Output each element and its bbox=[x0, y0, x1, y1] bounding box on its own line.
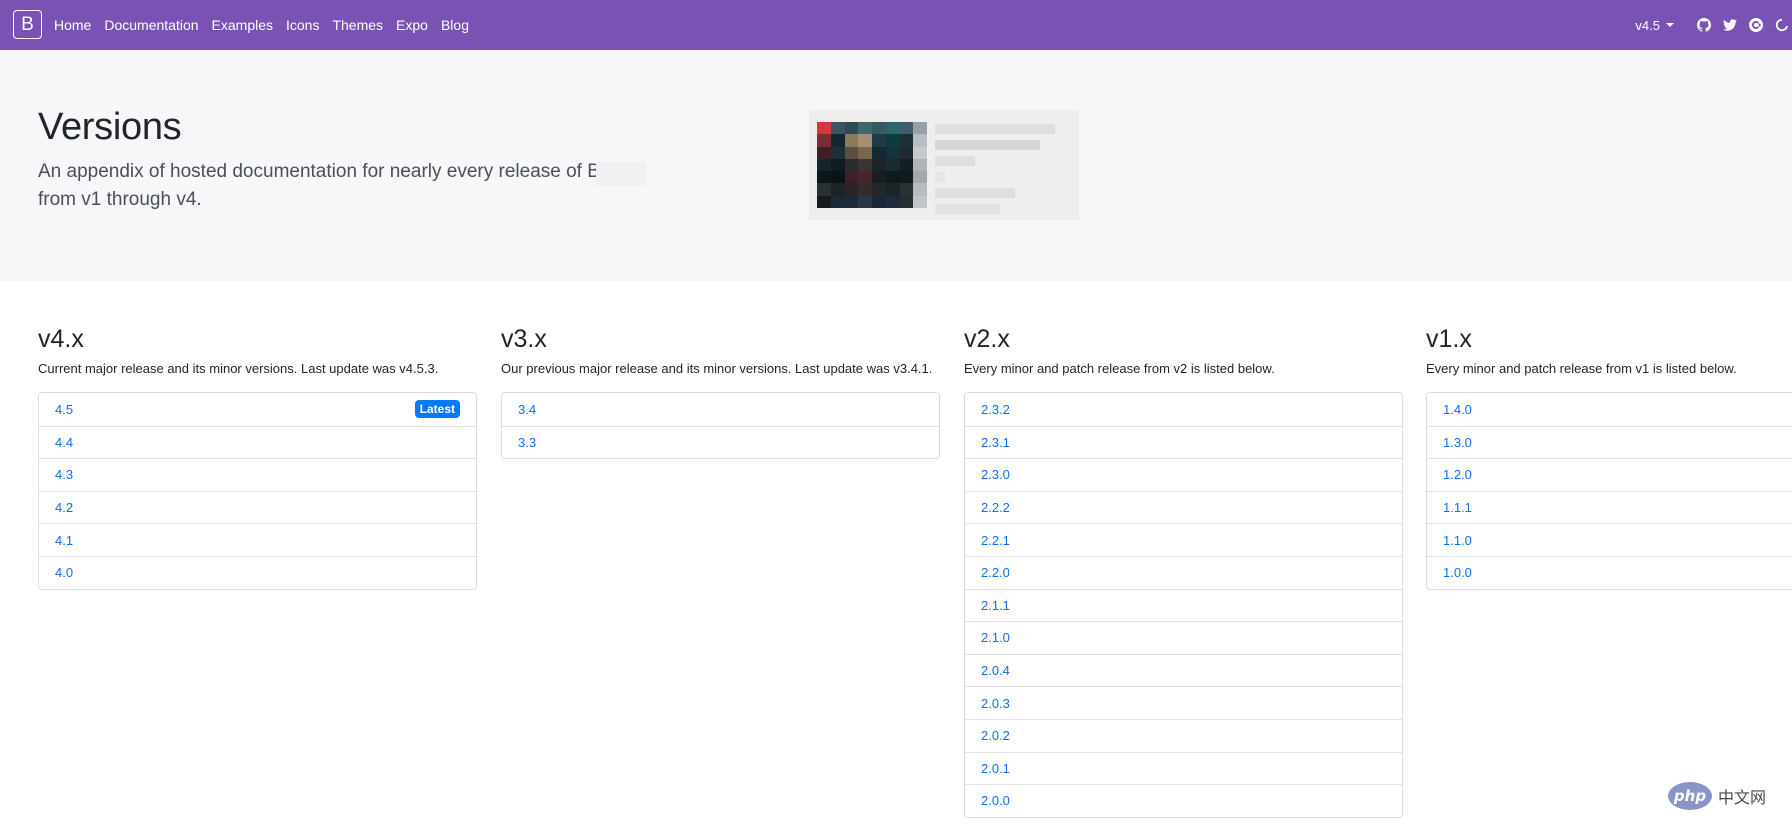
version-link-2-1-0[interactable]: 2.1.0 bbox=[965, 621, 1402, 654]
version-label: 4.5 bbox=[55, 401, 74, 417]
version-label: 2.2.2 bbox=[981, 500, 1010, 516]
column-v2: v2.x Every minor and patch release from … bbox=[964, 323, 1403, 818]
nav-examples[interactable]: Examples bbox=[212, 17, 273, 33]
nav-blog[interactable]: Blog bbox=[441, 17, 469, 33]
version-list: 3.4 3.3 bbox=[501, 392, 940, 460]
version-label: 1.1.0 bbox=[1443, 532, 1472, 548]
version-label: 2.0.3 bbox=[981, 695, 1010, 711]
version-link-1-1-0[interactable]: 1.1.0 bbox=[1427, 523, 1792, 556]
version-label: 2.3.2 bbox=[981, 401, 1010, 417]
version-label: 1.0.0 bbox=[1443, 565, 1472, 581]
version-label: 4.1 bbox=[55, 532, 74, 548]
nav-links: Home Documentation Examples Icons Themes… bbox=[54, 0, 482, 50]
version-label: 1.4.0 bbox=[1443, 401, 1472, 417]
column-v4: v4.x Current major release and its minor… bbox=[38, 323, 477, 590]
version-link-4-4[interactable]: 4.4 bbox=[39, 425, 476, 459]
column-title: v3.x bbox=[501, 325, 547, 353]
version-link-1-4-0[interactable]: 1.4.0 bbox=[1427, 393, 1792, 426]
twitter-icon[interactable] bbox=[1722, 17, 1738, 33]
column-description: Every minor and patch release from v2 is… bbox=[964, 361, 1275, 376]
version-link-4-5[interactable]: 4.5 Latest bbox=[39, 393, 476, 426]
version-list: 4.5 Latest 4.4 4.3 4.2 4.1 4.0 bbox=[38, 392, 477, 590]
version-link-2-2-2[interactable]: 2.2.2 bbox=[965, 490, 1402, 524]
nav-themes[interactable]: Themes bbox=[332, 17, 383, 33]
version-label: 4.0 bbox=[55, 565, 74, 581]
version-label: 4.2 bbox=[55, 500, 74, 516]
column-title: v4.x bbox=[38, 325, 84, 353]
column-description: Every minor and patch release from v1 is… bbox=[1426, 361, 1737, 376]
version-label: 2.2.1 bbox=[981, 532, 1010, 548]
version-link-2-3-2[interactable]: 2.3.2 bbox=[965, 393, 1402, 426]
blurred-text-patch bbox=[596, 162, 646, 186]
version-link-2-0-3[interactable]: 2.0.3 bbox=[965, 686, 1402, 719]
version-link-1-2-0[interactable]: 1.2.0 bbox=[1427, 458, 1792, 491]
version-link-4-1[interactable]: 4.1 bbox=[39, 523, 476, 556]
nav-documentation[interactable]: Documentation bbox=[104, 17, 198, 33]
hero-section: Versions An appendix of hosted documenta… bbox=[0, 50, 1792, 281]
version-link-4-3[interactable]: 4.3 bbox=[39, 458, 476, 491]
version-link-2-0-4[interactable]: 2.0.4 bbox=[965, 653, 1402, 687]
version-dropdown[interactable]: v4.5 bbox=[1635, 18, 1674, 33]
version-label: 2.1.1 bbox=[981, 597, 1010, 613]
version-link-2-2-1[interactable]: 2.2.1 bbox=[965, 523, 1402, 556]
nav-icons[interactable]: Icons bbox=[286, 17, 319, 33]
version-link-2-0-0[interactable]: 2.0.0 bbox=[965, 784, 1402, 817]
top-navbar: B Home Documentation Examples Icons Them… bbox=[0, 0, 1792, 50]
version-label: 2.1.0 bbox=[981, 630, 1010, 646]
github-icon[interactable] bbox=[1696, 17, 1712, 33]
opencollective-icon[interactable] bbox=[1748, 17, 1764, 33]
column-v1: v1.x Every minor and patch release from … bbox=[1426, 323, 1792, 590]
carbon-ad[interactable] bbox=[809, 110, 1079, 220]
column-title: v2.x bbox=[964, 325, 1010, 353]
page-title: Versions bbox=[38, 106, 182, 148]
caret-down-icon bbox=[1666, 23, 1674, 27]
version-link-2-3-1[interactable]: 2.3.1 bbox=[965, 425, 1402, 459]
column-description: Our previous major release and its minor… bbox=[501, 361, 933, 376]
version-label: 4.3 bbox=[55, 467, 74, 483]
version-label: 3.3 bbox=[518, 434, 537, 450]
version-link-3-4[interactable]: 3.4 bbox=[502, 393, 939, 426]
version-list: 2.3.2 2.3.1 2.3.0 2.2.2 2.2.1 2.2.0 2.1.… bbox=[964, 392, 1403, 818]
version-list: 1.4.0 1.3.0 1.2.0 1.1.1 1.1.0 1.0.0 bbox=[1426, 392, 1792, 590]
version-link-4-0[interactable]: 4.0 bbox=[39, 555, 476, 589]
version-link-2-0-2[interactable]: 2.0.2 bbox=[965, 718, 1402, 752]
version-label: 2.2.0 bbox=[981, 565, 1010, 581]
bootstrap-logo[interactable]: B bbox=[13, 10, 42, 39]
version-label: 2.0.0 bbox=[981, 793, 1010, 809]
version-link-2-2-0[interactable]: 2.2.0 bbox=[965, 555, 1402, 589]
version-link-2-3-0[interactable]: 2.3.0 bbox=[965, 458, 1402, 491]
column-title: v1.x bbox=[1426, 325, 1472, 353]
column-v3: v3.x Our previous major release and its … bbox=[501, 323, 940, 460]
nav-expo[interactable]: Expo bbox=[396, 17, 428, 33]
version-label: 2.0.2 bbox=[981, 728, 1010, 744]
version-label: 2.3.1 bbox=[981, 434, 1010, 450]
version-link-4-2[interactable]: 4.2 bbox=[39, 490, 476, 524]
nav-right: v4.5 bbox=[1635, 0, 1792, 50]
column-description: Current major release and its minor vers… bbox=[38, 361, 439, 376]
version-label: 2.3.0 bbox=[981, 467, 1010, 483]
nav-home[interactable]: Home bbox=[54, 17, 91, 33]
php-watermark: php 中文网 bbox=[1667, 779, 1766, 813]
hero-lead: An appendix of hosted documentation for … bbox=[38, 161, 627, 210]
version-link-1-3-0[interactable]: 1.3.0 bbox=[1427, 425, 1792, 459]
slack-icon[interactable] bbox=[1774, 17, 1790, 33]
version-label: 1.3.0 bbox=[1443, 434, 1472, 450]
version-dropdown-label: v4.5 bbox=[1635, 17, 1660, 33]
version-link-1-0-0[interactable]: 1.0.0 bbox=[1427, 555, 1792, 589]
version-link-1-1-1[interactable]: 1.1.1 bbox=[1427, 490, 1792, 524]
ad-text bbox=[935, 124, 1065, 220]
version-label: 2.0.1 bbox=[981, 760, 1010, 776]
ad-image bbox=[817, 122, 927, 208]
version-label: 1.2.0 bbox=[1443, 467, 1472, 483]
version-label: 2.0.4 bbox=[981, 663, 1010, 679]
php-logo: php bbox=[1667, 782, 1712, 810]
version-label: 1.1.1 bbox=[1443, 500, 1472, 516]
version-label: 4.4 bbox=[55, 434, 74, 450]
watermark-text: 中文网 bbox=[1717, 790, 1766, 807]
version-link-2-0-1[interactable]: 2.0.1 bbox=[965, 751, 1402, 785]
version-label: 3.4 bbox=[518, 401, 537, 417]
version-link-2-1-1[interactable]: 2.1.1 bbox=[965, 588, 1402, 622]
version-link-3-3[interactable]: 3.3 bbox=[502, 425, 939, 459]
latest-badge: Latest bbox=[414, 400, 460, 418]
